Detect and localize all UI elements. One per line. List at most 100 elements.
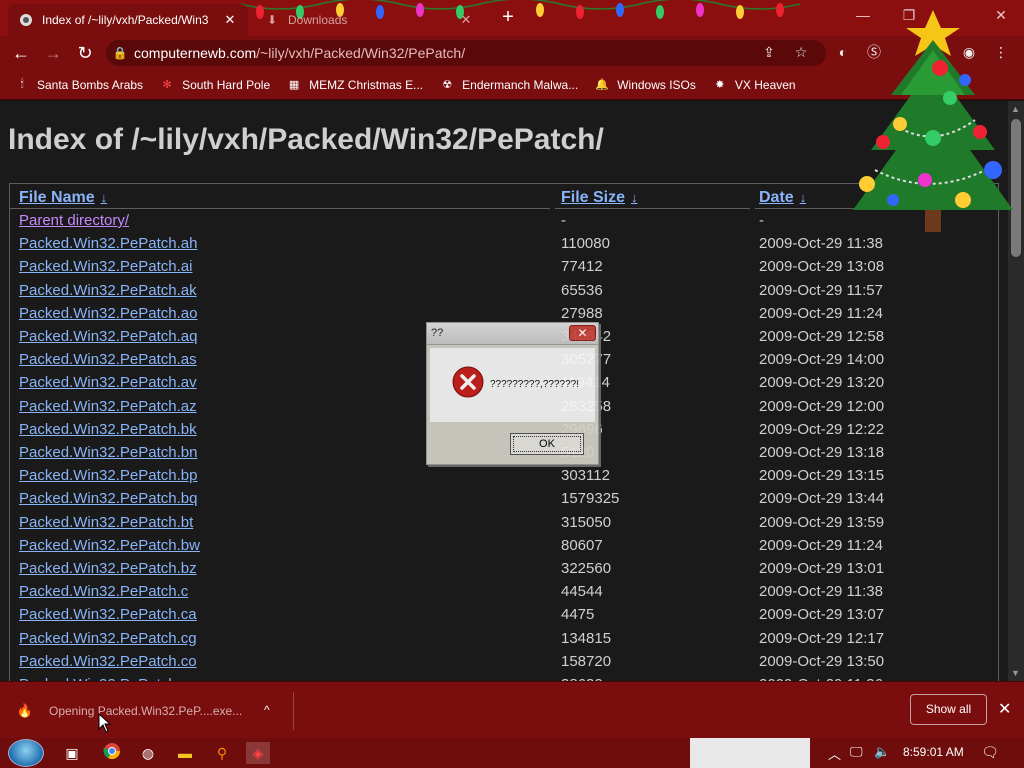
parent-directory-link[interactable]: Parent directory/ (19, 212, 129, 229)
page-scrollbar[interactable]: ▲ ▼ (1008, 101, 1024, 681)
table-row: Packed.Win32.PePatch.ai 77412 2009-Oct-29 … (10, 258, 998, 281)
tab-downloads[interactable]: ⬇ Downloads ✕ (254, 4, 484, 36)
file-link[interactable]: Packed.Win32.PePatch.ai (19, 258, 192, 275)
file-link[interactable]: Packed.Win32.PePatch.bz (19, 560, 197, 577)
dialog-titlebar[interactable]: ?? ✕ (427, 323, 598, 345)
vx-heaven-icon: ✸ (715, 79, 725, 91)
file-size: 44544 (561, 583, 603, 601)
file-link[interactable]: Packed.Win32.PePatch.ah (19, 235, 197, 252)
file-date: 2009-Oct-29 12:00 (759, 397, 885, 415)
tray-overflow-chevron-icon[interactable]: ︿ (828, 744, 841, 763)
file-link[interactable]: Packed.Win32.PePatch.az (19, 398, 197, 415)
running-app-icon[interactable]: ◈ (246, 742, 270, 764)
file-size: 134815 (561, 629, 612, 647)
file-date: 2009-Oct-29 13:18 (759, 444, 885, 461)
file-link[interactable]: Packed.Win32.PePatch.av (19, 374, 197, 391)
file-size: 80607 (561, 536, 603, 554)
file-link[interactable]: Packed.Win32.PePatch.cg (19, 630, 197, 647)
download-status: Opening Packed.Win32.PeP....exe... (49, 704, 243, 718)
notifications-icon[interactable]: 🗨 (980, 744, 1000, 762)
system-clock[interactable]: 8:59:01 AM (903, 745, 964, 759)
file-size: 1579325 (561, 490, 620, 508)
bookmark-vx-heaven[interactable]: ✸ VX Heaven (712, 77, 795, 93)
extension-flag-icon[interactable]: ◐ (832, 41, 854, 63)
chevron-up-icon[interactable]: ^ (264, 703, 270, 717)
show-all-button[interactable]: Show all (910, 694, 987, 725)
back-arrow-icon[interactable]: ← (8, 41, 34, 65)
dialog-close-button[interactable]: ✕ (569, 325, 596, 341)
menu-kebab-icon[interactable]: ⋮ (990, 41, 1012, 63)
file-link[interactable]: Packed.Win32.PePatch.bw (19, 537, 200, 554)
browser-toolbar: ← → ↻ 🔒 computernewb.com/~lily/vxh/Packe… (0, 36, 1024, 70)
table-row: Packed.Win32.PePatch.bt 315050 2009-Oct-29… (10, 514, 998, 537)
share-icon[interactable]: ⇪ (758, 41, 780, 63)
file-link[interactable]: Packed.Win32.PePatch.ao (19, 305, 197, 322)
file-explorer-icon[interactable]: ▬ (173, 742, 197, 764)
file-link[interactable]: Packed.Win32.PePatch.ca (19, 606, 197, 623)
file-date: 2009-Oct-29 13:59 (759, 513, 885, 531)
window-icon: ▦ (288, 79, 300, 91)
profile-avatar-icon[interactable]: ◉ (958, 41, 980, 63)
file-size: 322560 (561, 560, 612, 577)
new-tab-button[interactable]: + (496, 6, 520, 30)
scrollbar-thumb[interactable] (1011, 119, 1021, 257)
tab-index-of-pepatch[interactable]: Index of /~lily/vxh/Packed/Win3 ✕ (8, 4, 248, 36)
file-date: 2009-Oct-29 13:15 (759, 467, 885, 485)
maximize-button[interactable]: ❐ (886, 0, 932, 30)
app-orb-icon[interactable]: ◍ (136, 742, 160, 764)
table-row: Packed.Win32.PePatch.bw 80607 2009-Oct-29 … (10, 537, 998, 560)
tab-close-icon[interactable]: ✕ (222, 12, 238, 28)
volume-icon[interactable]: 🔈 (874, 744, 890, 760)
close-download-bar-icon[interactable]: ✕ (998, 699, 1011, 719)
tab-close-icon[interactable]: ✕ (458, 12, 474, 28)
lock-icon[interactable]: 🔒 (106, 46, 134, 60)
file-link[interactable]: Packed.Win32.PePatch.bq (19, 490, 197, 507)
dialog-message: ?????????,??????! (490, 379, 579, 390)
address-bar[interactable]: 🔒 computernewb.com/~lily/vxh/Packed/Win3… (106, 40, 826, 66)
extension-s-icon[interactable]: Ⓢ (863, 41, 885, 63)
ok-button[interactable]: OK (510, 433, 584, 455)
file-link[interactable]: Packed.Win32.PePatch.bt (19, 514, 193, 531)
file-link[interactable]: Packed.Win32.PePatch.ak (19, 282, 197, 299)
bookmark-santa-bombs-arabs[interactable]: 🕯 Santa Bombs Arabs (14, 77, 143, 93)
url-text: computernewb.com/~lily/vxh/Packed/Win32/… (134, 45, 466, 61)
download-item[interactable]: 🔥 Opening Packed.Win32.PeP....exe... ^ (10, 692, 294, 730)
column-header-date[interactable]: Date ↓ (759, 189, 806, 207)
file-link[interactable]: Packed.Win32.PePatch.bp (19, 467, 197, 484)
table-row: Packed.Win32.PePatch.ah 110080 2009-Oct-29… (10, 235, 998, 258)
snowflake-icon: ✻ (162, 79, 172, 91)
download-bar: 🔥 Opening Packed.Win32.PeP....exe... ^ S… (0, 681, 1024, 738)
file-link[interactable]: Packed.Win32.PePatch.bn (19, 444, 197, 461)
file-date: 2009-Oct-29 12:17 (759, 629, 885, 647)
reload-icon[interactable]: ↻ (72, 41, 98, 65)
search-magnifier-icon[interactable]: ⚲ (210, 742, 234, 764)
file-date: 2009-Oct-29 13:07 (759, 606, 885, 624)
task-view-icon[interactable]: ▣ (60, 742, 84, 764)
error-icon (452, 366, 484, 398)
header-divider (755, 208, 998, 209)
forward-arrow-icon[interactable]: → (40, 41, 66, 65)
bookmark-endermanch-malware[interactable]: ☢ Endermanch Malwa... (439, 77, 578, 93)
chrome-icon[interactable] (100, 742, 124, 764)
mouse-cursor-icon (98, 713, 112, 733)
file-link[interactable]: Packed.Win32.PePatch.as (19, 351, 197, 368)
network-icon[interactable]: 🖵 (850, 744, 863, 760)
scroll-up-icon[interactable]: ▲ (1011, 104, 1020, 114)
minimize-button[interactable]: — (840, 0, 886, 30)
scroll-down-icon[interactable]: ▼ (1011, 668, 1020, 678)
column-header-file-size[interactable]: File Size ↓ (561, 189, 638, 207)
bookmark-memz-christmas[interactable]: ▦ MEMZ Christmas E... (286, 77, 423, 93)
file-link[interactable]: Packed.Win32.PePatch.aq (19, 328, 197, 345)
column-header-file-name[interactable]: File Name ↓ (19, 189, 107, 207)
file-link[interactable]: Packed.Win32.PePatch.bk (19, 421, 197, 438)
header-divider (555, 208, 750, 209)
bookmark-south-hard-pole[interactable]: ✻ South Hard Pole (159, 77, 270, 93)
bookmark-star-icon[interactable]: ☆ (790, 41, 812, 63)
bookmark-windows-isos[interactable]: 🔔 Windows ISOs (594, 77, 696, 93)
start-button[interactable] (8, 739, 44, 767)
file-date: 2009-Oct-29 14:00 (759, 351, 885, 369)
file-link[interactable]: Packed.Win32.PePatch.c (19, 583, 188, 600)
file-link[interactable]: Packed.Win32.PePatch.co (19, 653, 197, 670)
close-window-button[interactable]: ✕ (978, 0, 1024, 30)
table-row: Packed.Win32.PePatch.cg 134815 2009-Oct-29… (10, 630, 998, 653)
